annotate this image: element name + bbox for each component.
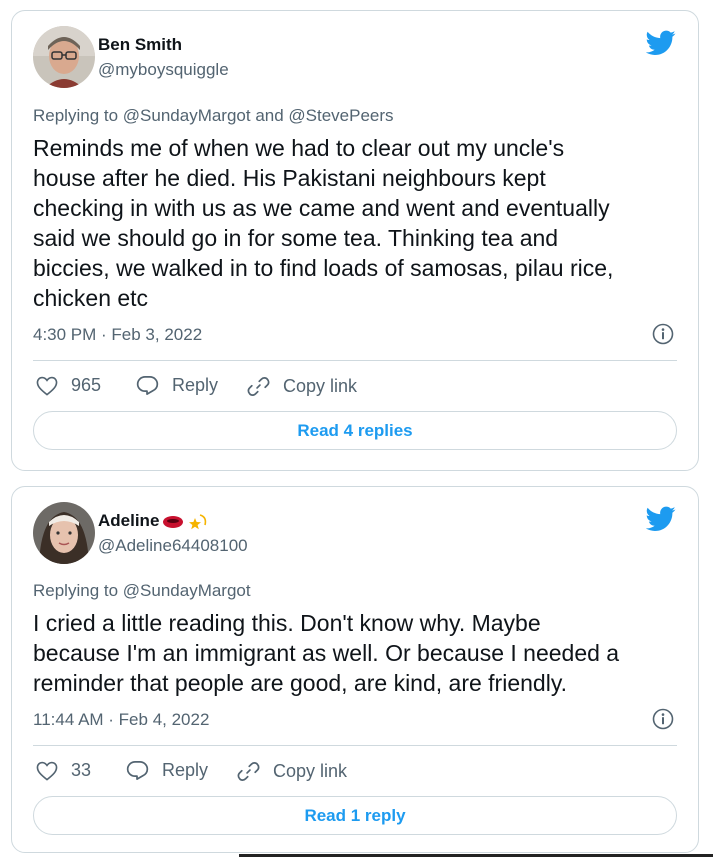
timestamp[interactable]: 4:30 PM · Feb 3, 2022 — [33, 325, 202, 345]
display-name[interactable]: Adeline — [98, 511, 209, 532]
like-button[interactable]: 965 — [36, 375, 101, 396]
tweet-card: Ben Smith @myboysquiggle Replying to @Su… — [11, 10, 699, 471]
display-name-text: Adeline — [98, 511, 160, 530]
tweet-text-line: chicken etc — [33, 285, 149, 311]
read-replies-button[interactable]: Read 4 replies — [33, 411, 677, 450]
divider — [33, 360, 677, 361]
tweet-text-line: I cried a little reading this. Don't kno… — [33, 610, 541, 636]
avatar[interactable] — [33, 502, 95, 564]
link-icon — [247, 377, 270, 396]
dizzy-star-emoji-icon — [189, 513, 207, 529]
twitter-bird-icon[interactable] — [646, 30, 676, 56]
like-count: 33 — [71, 760, 92, 780]
replying-to[interactable]: Replying to @SundayMargot and @StevePeer… — [33, 106, 394, 126]
read-replies-button[interactable]: Read 1 reply — [33, 796, 677, 835]
tweet-text-line: reminder that people are good, are kind,… — [33, 670, 567, 696]
info-icon[interactable] — [652, 323, 674, 345]
replying-to[interactable]: Replying to @SundayMargot — [33, 581, 251, 601]
tweet-text-line: because I'm an immigrant as well. Or bec… — [33, 640, 620, 666]
copy-link-button[interactable]: Copy link — [237, 760, 347, 783]
copy-link-label: Copy link — [283, 376, 358, 396]
speech-bubble-icon — [126, 761, 149, 780]
tweet-text-line: checking in with us as we came and went … — [33, 195, 610, 221]
timestamp[interactable]: 11:44 AM · Feb 4, 2022 — [33, 710, 209, 730]
info-icon[interactable] — [652, 708, 674, 730]
link-icon — [237, 762, 260, 781]
copy-link-label: Copy link — [273, 761, 348, 781]
reply-button[interactable]: Reply — [136, 375, 218, 396]
like-count: 965 — [71, 375, 102, 395]
heart-icon — [36, 376, 58, 396]
user-handle[interactable]: @myboysquiggle — [98, 60, 229, 80]
tweet-text-line: house after he died. His Pakistani neigh… — [33, 165, 546, 191]
lips-emoji-icon — [163, 515, 184, 528]
tweet-text: I cried a little reading this. Don't kno… — [33, 608, 673, 698]
tweet-text-line: Reminds me of when we had to clear out m… — [33, 135, 565, 161]
tweet-text: Reminds me of when we had to clear out m… — [33, 133, 673, 313]
avatar[interactable] — [33, 26, 95, 88]
tweet-text-line: biccies, we walked in to find loads of s… — [33, 255, 614, 281]
user-handle[interactable]: @Adeline64408100 — [98, 536, 248, 556]
divider — [33, 745, 677, 746]
reply-label: Reply — [162, 760, 209, 780]
display-name[interactable]: Ben Smith — [98, 35, 182, 55]
twitter-bird-icon[interactable] — [646, 506, 676, 532]
reply-label: Reply — [172, 375, 219, 395]
like-button[interactable]: 33 — [36, 760, 91, 781]
tweet-text-line: said we should go in for some tea. Think… — [33, 225, 559, 251]
reply-button[interactable]: Reply — [126, 760, 208, 781]
speech-bubble-icon — [136, 376, 159, 395]
tweet-card: Adeline @Adeline64408100 Replying to @Su… — [11, 486, 699, 853]
heart-icon — [36, 761, 58, 781]
copy-link-button[interactable]: Copy link — [247, 375, 357, 398]
